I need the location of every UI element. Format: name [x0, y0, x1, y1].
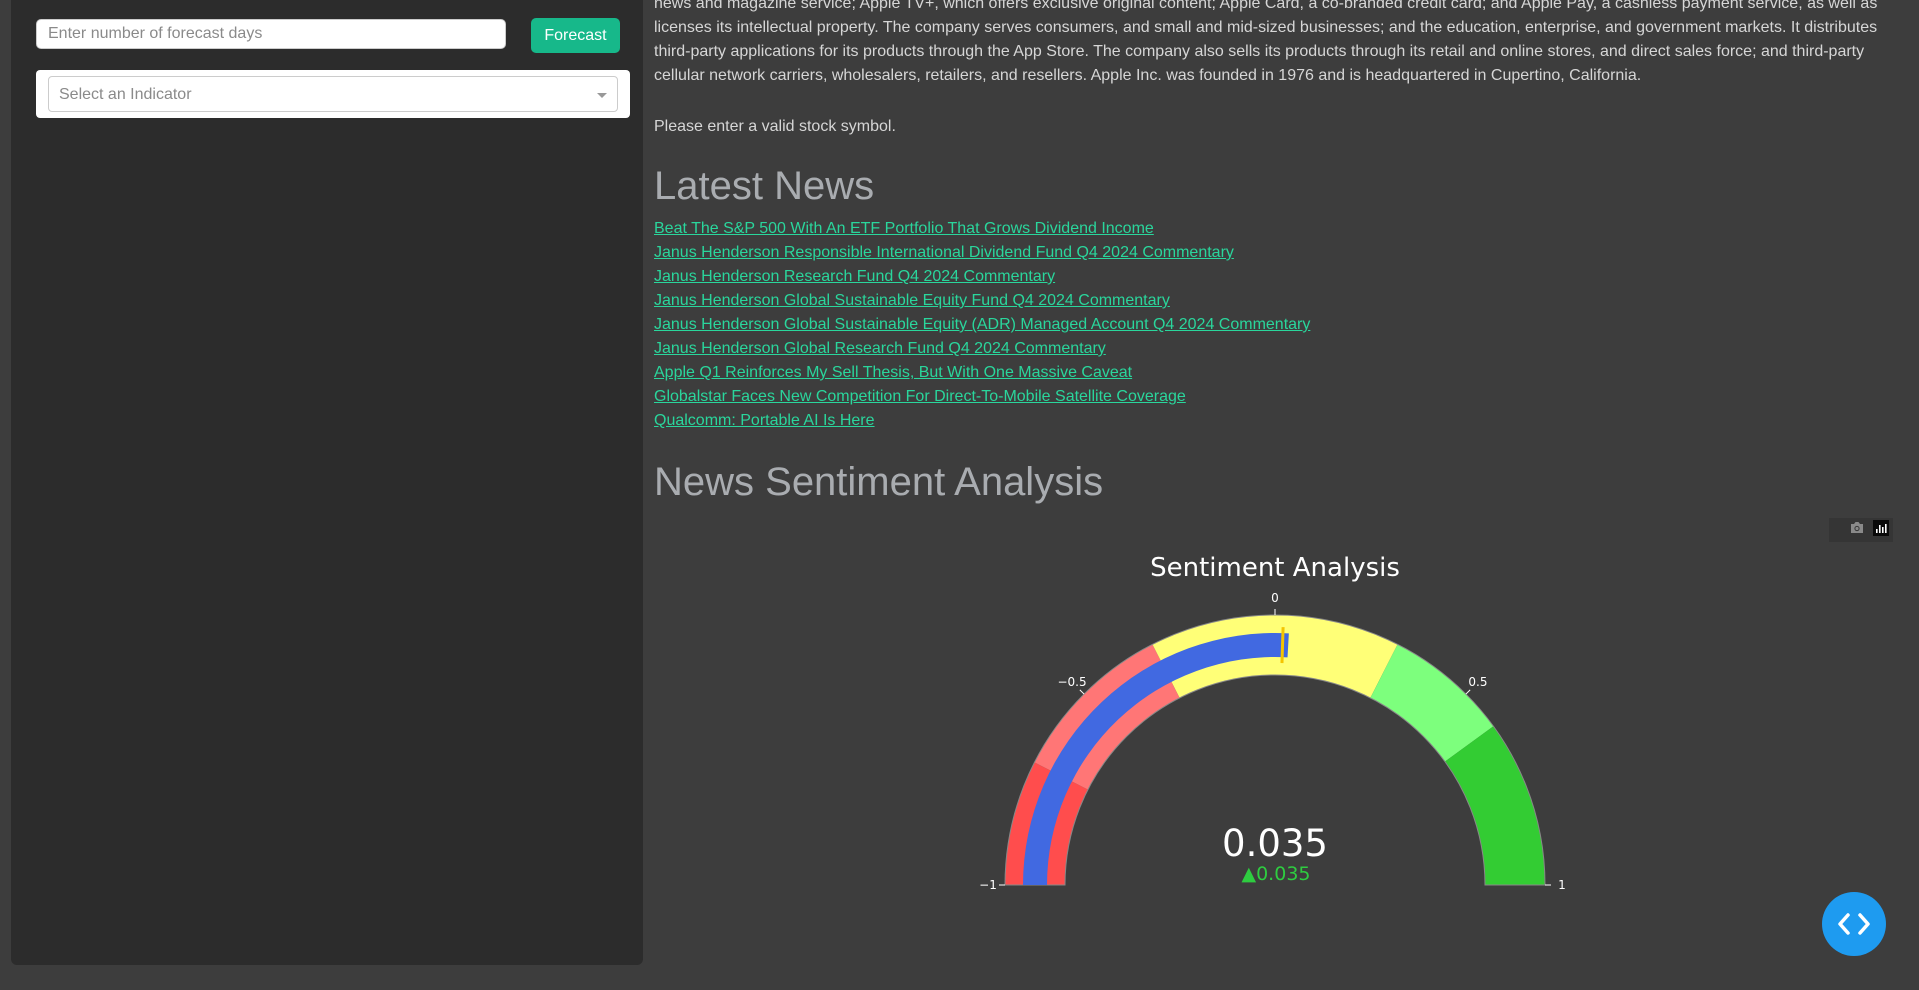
chart-modebar — [1829, 518, 1893, 542]
news-link[interactable]: Janus Henderson Responsible Internationa… — [654, 244, 1234, 261]
list-item: Beat The S&P 500 With An ETF Portfolio T… — [654, 220, 1310, 244]
gauge-threshold — [1280, 627, 1285, 664]
news-link[interactable]: Beat The S&P 500 With An ETF Portfolio T… — [654, 220, 1154, 237]
code-toggle-button[interactable] — [1822, 892, 1886, 956]
invalid-symbol-message: Please enter a valid stock symbol. — [654, 118, 896, 135]
chevron-down-icon[interactable] — [597, 93, 607, 98]
latest-news-heading: Latest News — [654, 164, 875, 208]
list-item: Qualcomm: Portable AI Is Here — [654, 412, 1310, 436]
news-link[interactable]: Janus Henderson Global Research Fund Q4 … — [654, 340, 1106, 357]
list-item: Janus Henderson Responsible Internationa… — [654, 244, 1310, 268]
camera-icon[interactable] — [1849, 521, 1865, 539]
gauge-tick-label: −1 — [979, 878, 997, 892]
forecast-days-input[interactable] — [36, 19, 506, 49]
list-item: Janus Henderson Global Sustainable Equit… — [654, 292, 1310, 316]
gauge-tick-label: 0 — [1271, 591, 1279, 605]
gauge-title: Sentiment Analysis — [1150, 553, 1400, 583]
gauge-tick — [1079, 689, 1085, 695]
indicator-placeholder: Select an Indicator — [59, 86, 192, 103]
sentiment-gauge: Sentiment Analysis −1 −0.5 0 0.5 1 0.035 ▲0.… — [979, 553, 1566, 892]
sidebar: Forecast Select an Indicator — [11, 0, 643, 965]
gauge-tick — [1465, 689, 1471, 695]
list-item: Janus Henderson Global Sustainable Equit… — [654, 316, 1310, 340]
news-link[interactable]: Janus Henderson Global Sustainable Equit… — [654, 316, 1310, 333]
list-item: Janus Henderson Global Research Fund Q4 … — [654, 340, 1310, 364]
news-link[interactable]: Apple Q1 Reinforces My Sell Thesis, But … — [654, 364, 1132, 381]
code-brackets-icon — [1838, 913, 1870, 935]
indicator-dropdown[interactable]: Select an Indicator — [48, 76, 618, 112]
gauge-delta: ▲0.035 — [1241, 863, 1310, 885]
sentiment-heading: News Sentiment Analysis — [654, 460, 1104, 504]
forecast-button[interactable]: Forecast — [531, 18, 620, 53]
company-description: news and magazine service; Apple TV+, wh… — [654, 0, 1878, 84]
news-link[interactable]: Globalstar Faces New Competition For Dir… — [654, 388, 1186, 405]
list-item: Janus Henderson Research Fund Q4 2024 Co… — [654, 268, 1310, 292]
list-item: Apple Q1 Reinforces My Sell Thesis, But … — [654, 364, 1310, 388]
news-link[interactable]: Janus Henderson Global Sustainable Equit… — [654, 292, 1170, 309]
indicator-card: Select an Indicator — [36, 70, 630, 118]
gauge-tick-label: 0.5 — [1468, 675, 1487, 689]
plotly-logo-icon[interactable] — [1873, 519, 1889, 541]
list-item: Globalstar Faces New Competition For Dir… — [654, 388, 1310, 412]
news-link[interactable]: Janus Henderson Research Fund Q4 2024 Co… — [654, 268, 1055, 285]
gauge-tick-label: −0.5 — [1057, 675, 1086, 689]
gauge-tick-label: 1 — [1558, 878, 1566, 892]
news-list: Beat The S&P 500 With An ETF Portfolio T… — [654, 220, 1310, 436]
news-link[interactable]: Qualcomm: Portable AI Is Here — [654, 412, 875, 429]
gauge-value: 0.035 — [1222, 822, 1328, 865]
